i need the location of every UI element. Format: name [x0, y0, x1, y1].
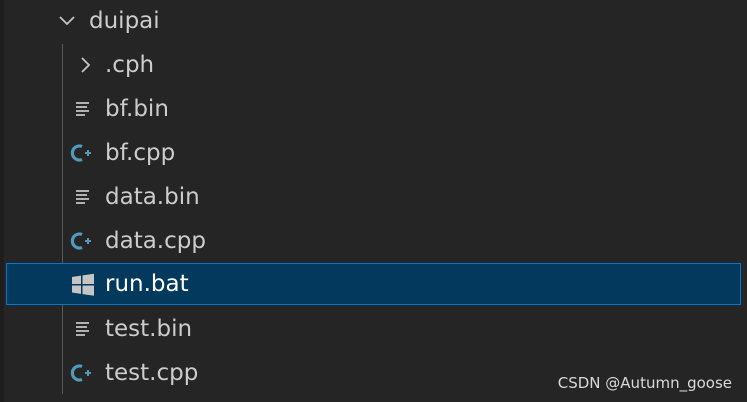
cpp-file-icon: [68, 132, 98, 174]
file-item-data-bin[interactable]: data.bin: [6, 176, 741, 218]
folder-label: duipai: [89, 8, 160, 34]
file-label: .cph: [105, 52, 155, 78]
cpp-file-icon: [68, 352, 98, 394]
file-item-test-bin[interactable]: test.bin: [6, 308, 741, 350]
file-item-run-bat[interactable]: run.bat: [6, 263, 741, 305]
cpp-file-icon: [68, 220, 98, 262]
file-label: run.bat: [105, 271, 189, 297]
file-item-bf-bin[interactable]: bf.bin: [6, 88, 741, 130]
file-label: bf.bin: [105, 96, 169, 122]
chevron-right-icon[interactable]: [72, 44, 98, 86]
file-label: data.bin: [105, 184, 200, 210]
watermark: CSDN @Autumn_goose: [557, 374, 732, 392]
file-label: test.cpp: [105, 360, 199, 386]
folder-duipai[interactable]: duipai: [6, 0, 741, 42]
lines-file-icon: [68, 176, 98, 218]
windows-file-icon: [68, 264, 98, 306]
file-label: bf.cpp: [105, 140, 176, 166]
file-item-bf-cpp[interactable]: bf.cpp: [6, 132, 741, 174]
explorer-edge: [0, 0, 4, 402]
lines-file-icon: [68, 88, 98, 130]
file-item-data-cpp[interactable]: data.cpp: [6, 220, 741, 262]
file-label: test.bin: [105, 316, 193, 342]
folder-cph[interactable]: .cph: [6, 44, 741, 86]
file-explorer: duipai .cph bf.bin bf.cpp data.bin data.…: [0, 0, 747, 402]
file-label: data.cpp: [105, 228, 206, 254]
chevron-down-icon[interactable]: [54, 0, 80, 42]
lines-file-icon: [68, 308, 98, 350]
